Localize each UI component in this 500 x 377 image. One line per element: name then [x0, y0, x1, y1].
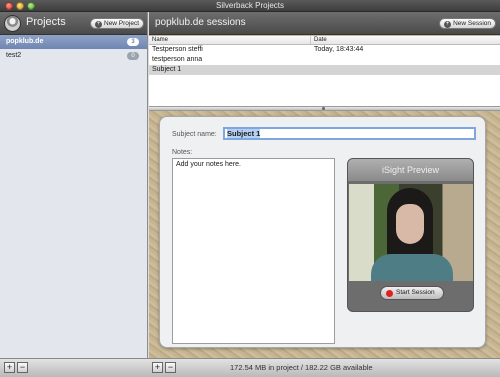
record-icon	[386, 290, 393, 297]
session-date	[311, 55, 500, 65]
project-item-test2[interactable]: test2 0	[0, 49, 147, 63]
main-header: popklub.de sessions + New Session	[149, 12, 500, 35]
bottom-bar: + − + − 172.54 MB in project / 182.22 GB…	[0, 358, 500, 377]
storage-status: 172.54 MB in project / 182.22 GB availab…	[230, 363, 373, 372]
remove-session-button[interactable]: −	[165, 362, 176, 373]
remove-project-button[interactable]: −	[17, 362, 28, 373]
column-header-date[interactable]: Date	[311, 36, 500, 44]
plus-icon: +	[95, 21, 102, 28]
main-title: popklub.de sessions	[155, 17, 246, 28]
camera-subject-face	[396, 204, 424, 244]
projects-sidebar: Projects + New Project popklub.de 3 test2…	[0, 12, 148, 358]
start-session-label: Start Session	[396, 289, 435, 296]
subject-name-label: Subject name:	[172, 131, 217, 138]
table-row[interactable]: Testperson steffi Today, 18:43:44	[149, 45, 500, 55]
session-detail-card: Subject name: Subject 1 Notes: Add your …	[159, 116, 486, 348]
window-title: Silverback Projects	[215, 1, 285, 10]
camera-subject-shirt	[371, 254, 453, 281]
isight-preview-panel: iSight Preview Start Session	[347, 158, 474, 312]
session-name: Testperson steffi	[152, 46, 203, 53]
camera-feed	[349, 184, 473, 281]
column-header-name[interactable]: Name	[149, 36, 311, 44]
grip-dot-icon	[322, 107, 325, 110]
new-project-label: New Project	[104, 20, 140, 27]
notes-textarea[interactable]: Add your notes here.	[172, 158, 335, 344]
session-date	[311, 65, 500, 75]
session-name: testperson anna	[152, 56, 203, 63]
preview-title: iSight Preview	[348, 159, 473, 181]
session-date: Today, 18:43:44	[314, 46, 364, 53]
subject-name-value: Subject 1	[227, 129, 261, 138]
add-project-button[interactable]: +	[4, 362, 15, 373]
project-name: test2	[6, 52, 22, 59]
project-list: popklub.de 3 test2 0	[0, 35, 147, 63]
project-name: popklub.de	[6, 38, 44, 45]
project-item-popklub[interactable]: popklub.de 3	[0, 35, 147, 49]
table-row[interactable]: testperson anna	[149, 55, 500, 65]
notes-label: Notes:	[172, 149, 193, 156]
new-project-button[interactable]: + New Project	[90, 18, 145, 29]
sidebar-header: Projects + New Project	[0, 12, 147, 35]
session-count-badge: 0	[127, 52, 139, 60]
new-session-button[interactable]: + New Session	[439, 18, 496, 29]
table-header: Name Date	[149, 36, 500, 45]
table-row[interactable]: Subject 1	[149, 65, 500, 75]
detail-background: Subject name: Subject 1 Notes: Add your …	[149, 111, 500, 358]
start-session-button[interactable]: Start Session	[380, 286, 444, 300]
sessions-panel: popklub.de sessions + New Session Name Da…	[149, 12, 500, 358]
session-name: Subject 1	[152, 66, 182, 73]
new-session-label: New Session	[453, 20, 491, 27]
projects-app-icon	[4, 15, 21, 32]
sidebar-title: Projects	[26, 16, 66, 28]
subject-name-field[interactable]: Subject 1	[223, 127, 476, 140]
title-bar: Silverback Projects	[0, 0, 500, 12]
plus-icon: +	[444, 21, 452, 28]
session-count-badge: 3	[127, 38, 139, 46]
sessions-table: Name Date Testperson steffi Today, 18:43…	[149, 36, 500, 106]
add-session-button[interactable]: +	[152, 362, 163, 373]
